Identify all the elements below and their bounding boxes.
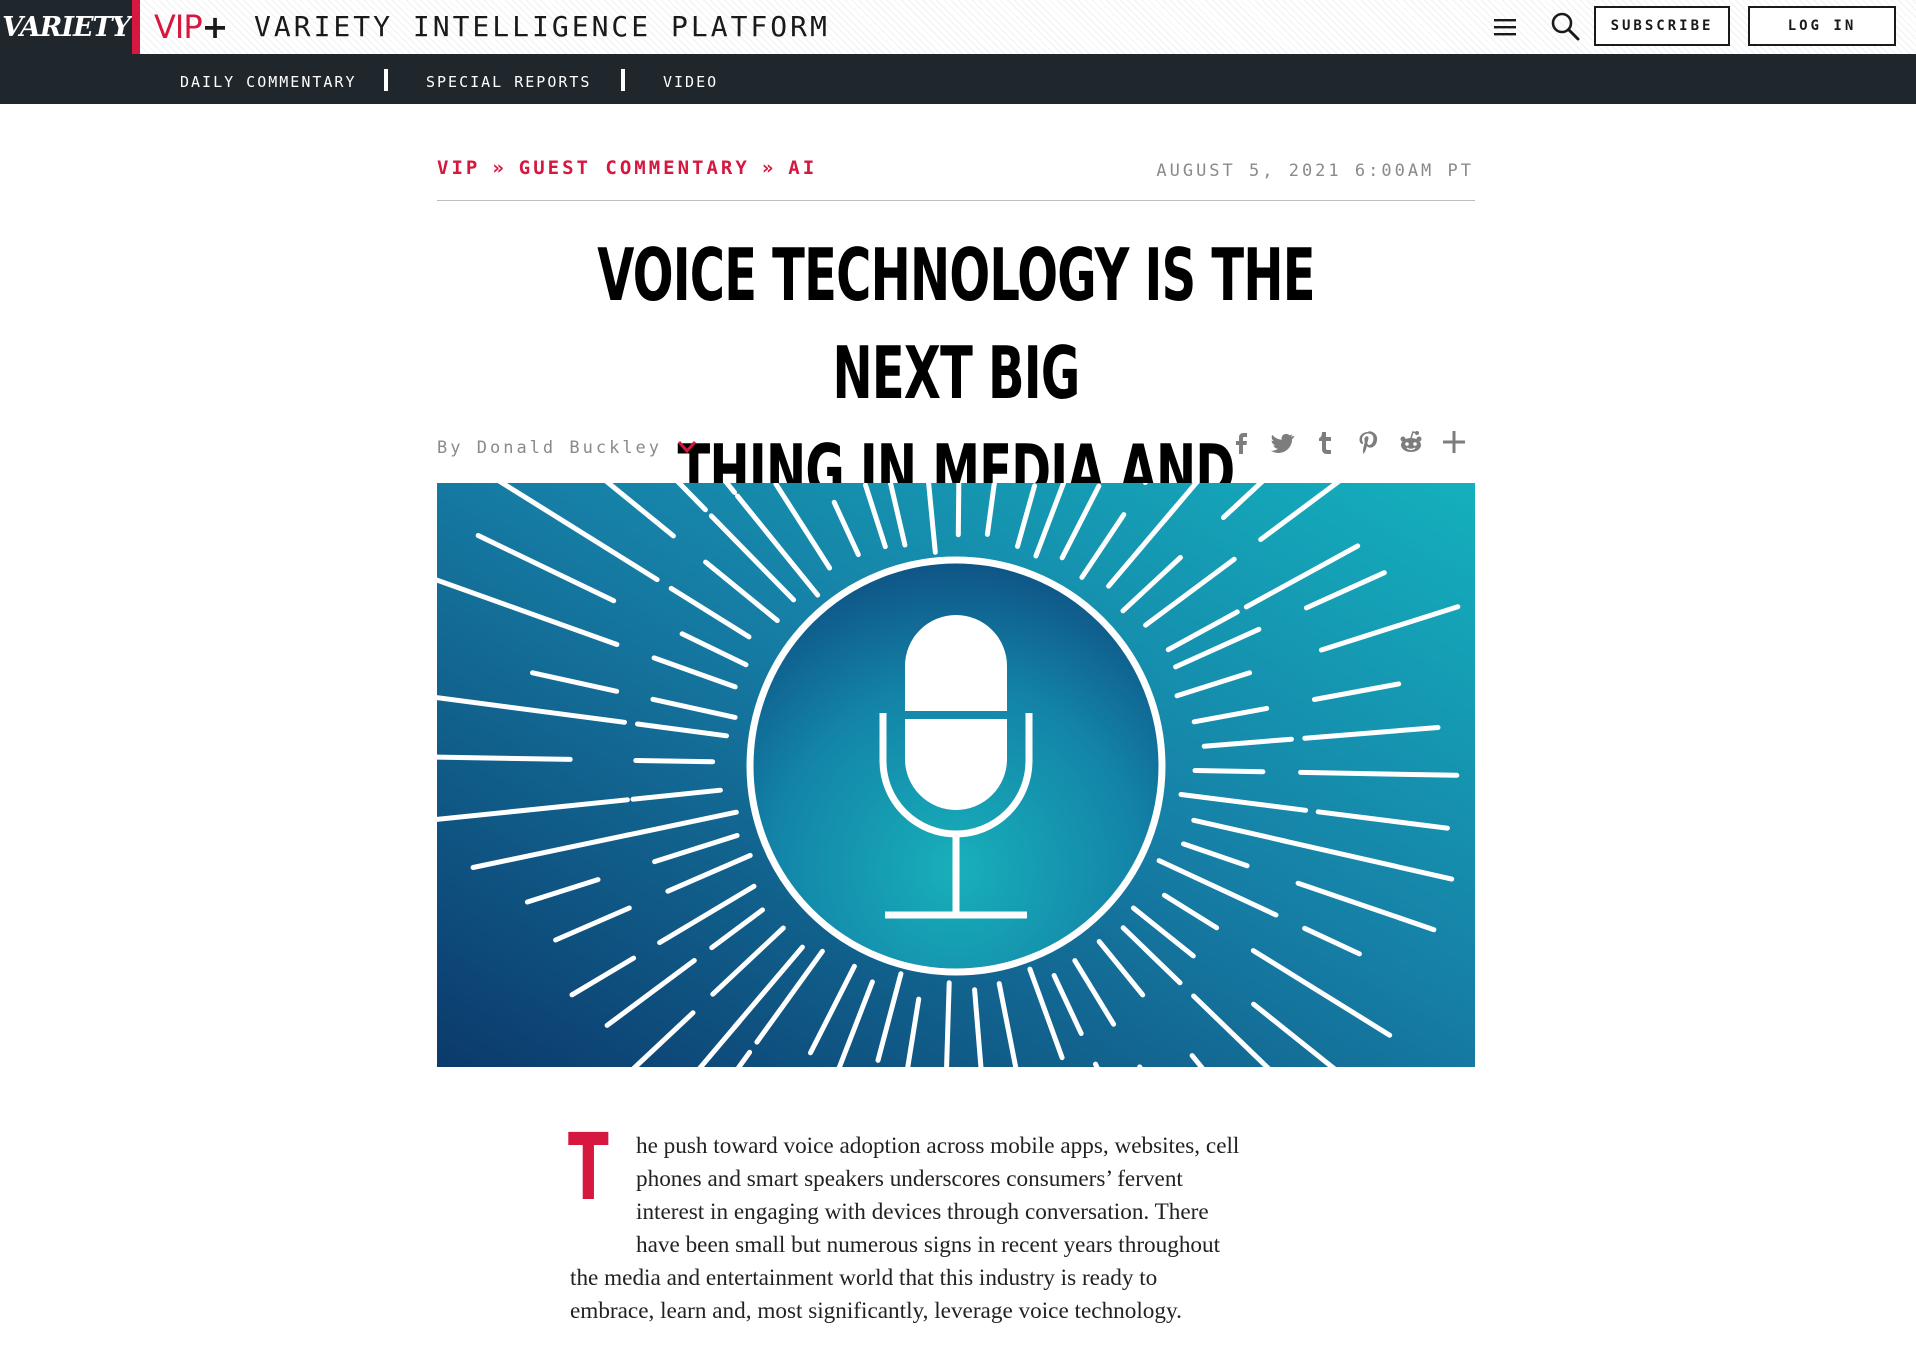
sunburst-ray: [437, 754, 573, 762]
headline-line: VOICE TECHNOLOGY IS THE NEXT BIG: [597, 233, 1315, 415]
body-line: the media and entertainment world that t…: [570, 1265, 1158, 1291]
nav-special-reports[interactable]: SPECIAL REPORTS: [426, 54, 591, 104]
byline: By Donald Buckley: [437, 436, 662, 460]
platform-title: VARIETY INTELLIGENCE PLATFORM: [254, 10, 830, 43]
plus-icon[interactable]: [1440, 428, 1468, 456]
body-line: interest in engaging with devices throug…: [636, 1199, 1209, 1225]
author-link[interactable]: Donald Buckley: [477, 438, 662, 458]
brand-strip: [132, 0, 140, 54]
body-line: embrace, learn and, most significantly, …: [570, 1298, 1182, 1324]
breadcrumb-separator: »: [492, 157, 507, 179]
login-button[interactable]: LOG IN: [1748, 6, 1896, 46]
tumblr-icon[interactable]: [1311, 428, 1339, 456]
nav-daily-commentary[interactable]: DAILY COMMENTARY: [180, 54, 357, 104]
hamburger-menu-icon[interactable]: [1488, 10, 1524, 44]
sunburst-ray: [1298, 769, 1460, 778]
body-line: he push toward voice adoption across mob…: [636, 1133, 1240, 1159]
sunburst-ray: [1192, 768, 1266, 775]
section-nav: DAILY COMMENTARY SPECIAL REPORTS VIDEO: [0, 54, 1916, 104]
breadcrumb-separator: »: [761, 157, 777, 179]
pinterest-icon[interactable]: [1354, 428, 1382, 456]
reddit-icon[interactable]: [1397, 428, 1425, 456]
subscribe-button[interactable]: SUBSCRIBE: [1594, 6, 1730, 46]
nav-video[interactable]: VIDEO: [663, 54, 718, 104]
body-line: phones and smart speakers underscores co…: [636, 1166, 1183, 1192]
login-label: LOG IN: [1787, 18, 1857, 34]
facebook-icon[interactable]: [1228, 428, 1256, 456]
sunburst-ray: [955, 483, 962, 538]
hero-image: [437, 483, 1475, 1067]
breadcrumb-vip[interactable]: VIP: [437, 157, 480, 179]
breadcrumb: VIP » GUEST COMMENTARY » AI: [437, 156, 817, 180]
subscribe-label: SUBSCRIBE: [1610, 18, 1714, 34]
variety-logo[interactable]: VARIETY: [0, 0, 132, 54]
article-body-paragraph: he push toward voice adoption across mob…: [570, 1130, 1332, 1328]
nav-divider: [384, 69, 388, 91]
sunburst-ray: [944, 980, 952, 1067]
publish-date: AUGUST 5, 2021 6:00AM PT: [1156, 161, 1474, 181]
sunburst-ray: [633, 758, 716, 765]
search-icon[interactable]: [1548, 10, 1584, 44]
breadcrumb-guest-commentary[interactable]: GUEST COMMENTARY: [519, 157, 750, 179]
byline-prefix: By: [437, 438, 464, 458]
vip-plus-sign: +: [201, 8, 229, 46]
breadcrumb-ai[interactable]: AI: [788, 157, 817, 179]
twitter-icon[interactable]: [1268, 428, 1296, 456]
logo-text: VARIETY: [2, 11, 131, 43]
nav-divider: [621, 69, 625, 91]
vip-label: VIP: [154, 8, 203, 46]
microphone-illustration: [437, 483, 1475, 1067]
chevron-down-icon[interactable]: [676, 436, 698, 458]
body-line: have been small but numerous signs in re…: [636, 1232, 1221, 1258]
top-bar: VARIETY VIP+ VARIETY INTELLIGENCE PLATFO…: [0, 0, 1916, 55]
vip-plus-logo[interactable]: VIP+: [154, 8, 229, 46]
header-divider: [437, 200, 1475, 201]
